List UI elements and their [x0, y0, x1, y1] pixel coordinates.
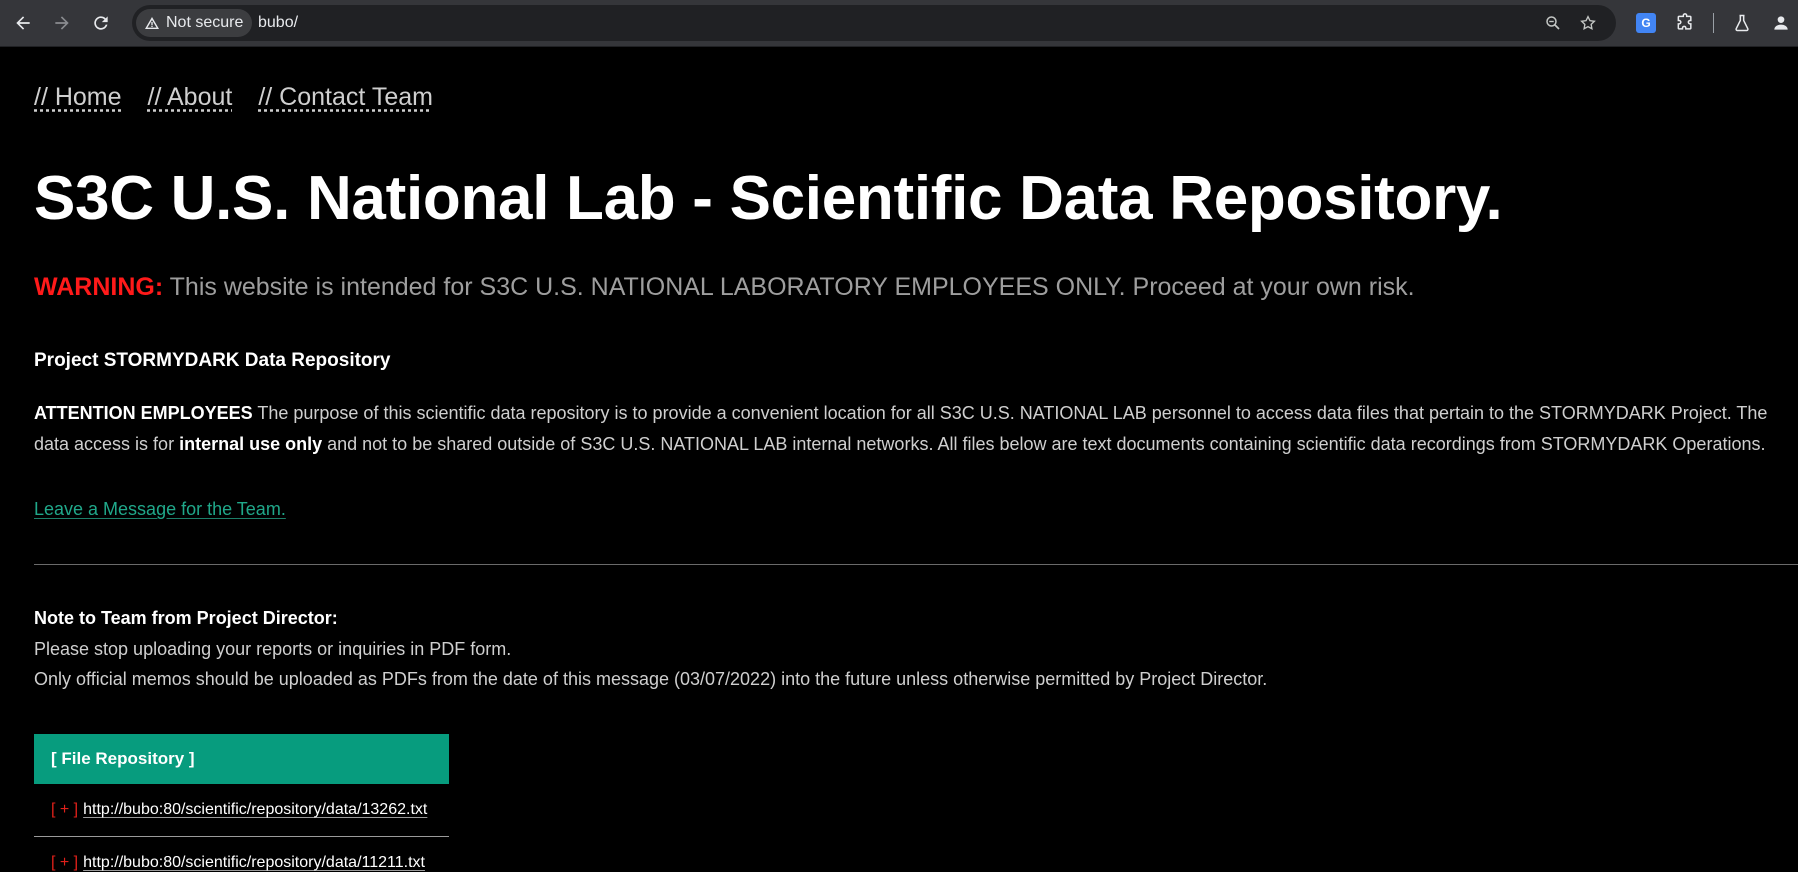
- file-link[interactable]: http://bubo:80/scientific/repository/dat…: [83, 854, 425, 872]
- note-title: Note to Team from Project Director:: [34, 608, 338, 628]
- zoom-icon: [1546, 16, 1560, 30]
- file-repository: [ File Repository ] [ + ] http://bubo:80…: [34, 734, 449, 872]
- note-line-1: Please stop uploading your reports or in…: [34, 639, 512, 659]
- list-item: [ + ] http://bubo:80/scientific/reposito…: [34, 784, 449, 837]
- leave-message-link[interactable]: Leave a Message for the Team.: [34, 499, 286, 520]
- zoom-button[interactable]: [1542, 12, 1564, 34]
- attention-text-2: and not to be shared outside of S3C U.S.…: [322, 434, 1766, 454]
- attention-lead: ATTENTION EMPLOYEES: [34, 403, 253, 423]
- toolbar-separator: [1713, 13, 1714, 33]
- translate-button[interactable]: G: [1633, 10, 1659, 36]
- note-line-2: Only official memos should be uploaded a…: [34, 669, 1268, 689]
- warning-label: WARNING:: [34, 273, 164, 301]
- labs-button[interactable]: [1729, 10, 1755, 36]
- reload-button[interactable]: [86, 8, 116, 38]
- reload-icon: [94, 16, 108, 30]
- expand-marker: [ + ]: [51, 801, 79, 818]
- url-text[interactable]: bubo/: [258, 14, 298, 32]
- warning-text: This website is intended for S3C U.S. NA…: [163, 273, 1415, 301]
- list-item: [ + ] http://bubo:80/scientific/reposito…: [34, 837, 449, 872]
- attention-paragraph: ATTENTION EMPLOYEES The purpose of this …: [34, 398, 1798, 460]
- repository-header: [ File Repository ]: [34, 734, 449, 784]
- address-bar[interactable]: Not secure bubo/: [132, 5, 1616, 41]
- translate-icon: G: [1636, 13, 1656, 33]
- section-title: Project STORMYDARK Data Repository: [34, 350, 391, 371]
- puzzle-icon: [1677, 13, 1692, 30]
- star-icon: [1580, 15, 1596, 30]
- expand-marker: [ + ]: [51, 854, 79, 871]
- top-nav: // Home // About // Contact Team: [34, 83, 433, 112]
- browser-toolbar: Not secure bubo/ G: [0, 0, 1798, 47]
- security-label: Not secure: [166, 14, 244, 31]
- arrow-right-icon: [55, 16, 69, 30]
- back-button[interactable]: [8, 8, 38, 38]
- nav-home-link[interactable]: // Home: [34, 83, 122, 112]
- nav-about-link[interactable]: // About: [148, 83, 233, 112]
- arrow-left-icon: [16, 16, 30, 30]
- flask-icon: [1735, 14, 1749, 32]
- bookmark-button[interactable]: [1577, 12, 1599, 34]
- warning-banner: WARNING: This website is intended for S3…: [34, 273, 1415, 302]
- extensions-button[interactable]: [1672, 10, 1698, 36]
- security-chip[interactable]: Not secure: [136, 9, 253, 37]
- forward-button[interactable]: [47, 8, 77, 38]
- divider: [34, 564, 1798, 565]
- file-link[interactable]: http://bubo:80/scientific/repository/dat…: [83, 801, 427, 819]
- nav-contact-link[interactable]: // Contact Team: [258, 83, 433, 112]
- person-icon: [1774, 16, 1788, 30]
- page-title: S3C U.S. National Lab - Scientific Data …: [34, 164, 1503, 233]
- attention-emphasis: internal use only: [179, 434, 323, 454]
- warning-triangle-icon: [145, 17, 159, 29]
- profile-button[interactable]: [1768, 10, 1794, 36]
